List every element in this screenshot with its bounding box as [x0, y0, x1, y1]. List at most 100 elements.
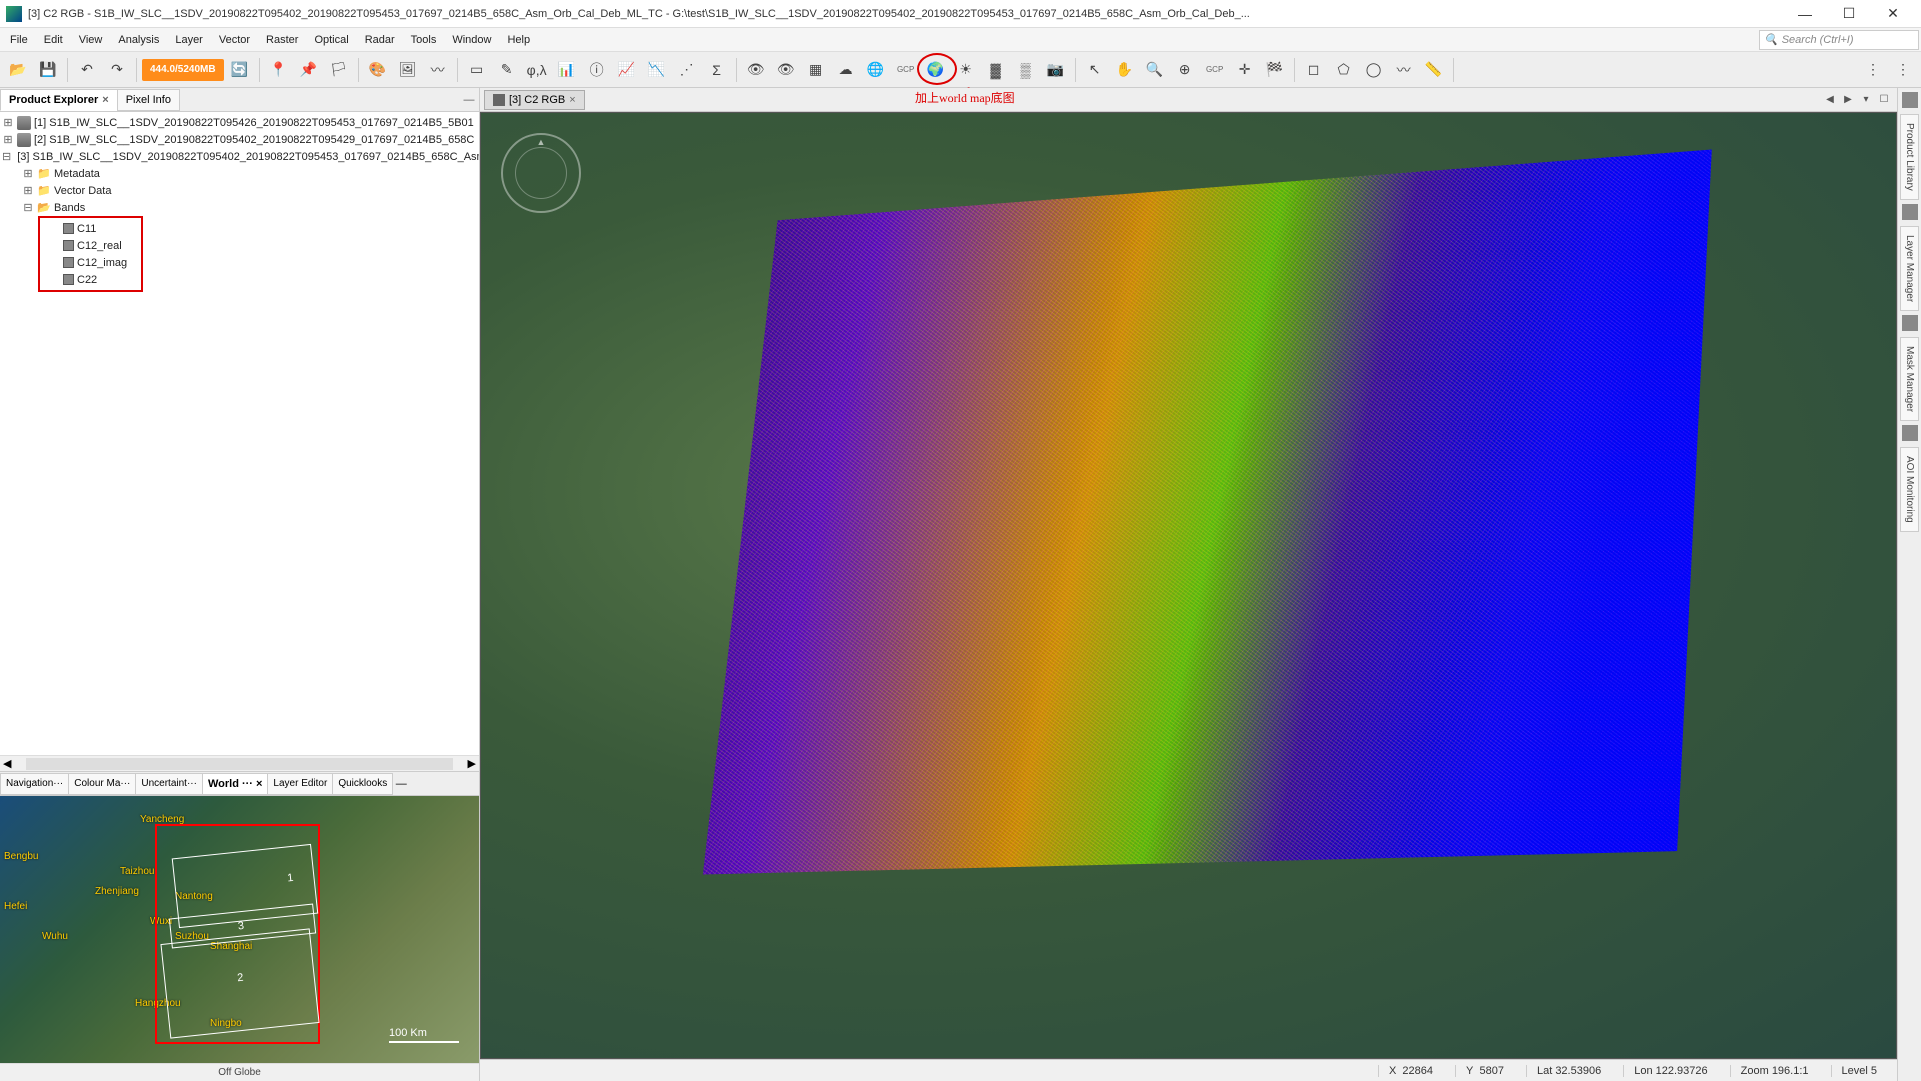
layer-manager-icon[interactable] [1902, 204, 1918, 220]
horizontal-scrollbar[interactable]: ◀▶ [0, 755, 479, 771]
brightness-icon[interactable]: ☀ [952, 56, 980, 84]
palette-icon[interactable]: 🎨 [364, 56, 392, 84]
close-icon[interactable]: × [256, 778, 262, 790]
tab-quicklooks[interactable]: Quicklooks [332, 773, 393, 795]
flag2-icon[interactable]: 🏁 [1261, 56, 1289, 84]
maximize-view-icon[interactable]: ☐ [1875, 94, 1893, 105]
mask-manager-icon[interactable] [1902, 315, 1918, 331]
globe1-icon[interactable]: 🌐 [862, 56, 890, 84]
menu-window[interactable]: Window [444, 31, 499, 49]
phi-icon[interactable]: φ,λ [523, 56, 551, 84]
expand-icon[interactable]: ⊞ [22, 167, 34, 180]
crosshair-icon[interactable]: ✛ [1231, 56, 1259, 84]
tree-bands[interactable]: ⊟ 📂 Bands [0, 199, 479, 216]
pointer-icon[interactable]: ↖ [1081, 56, 1109, 84]
tree-band-c12-imag[interactable]: C12_imag [40, 254, 141, 271]
collapse-icon[interactable]: ⊟ [2, 150, 11, 163]
maximize-button[interactable]: ☐ [1827, 0, 1871, 28]
panel-minimize-icon[interactable]: — [392, 778, 410, 790]
chart2-icon[interactable]: 📉 [643, 56, 671, 84]
close-icon[interactable]: × [569, 94, 575, 106]
menu-chevron-icon[interactable]: ⋮ [1859, 56, 1887, 84]
tree-product-3[interactable]: ⊟ [3] S1B_IW_SLC__1SDV_20190822T095402_2… [0, 148, 479, 165]
doc-tab-c2-rgb[interactable]: [3] C2 RGB × [484, 90, 585, 110]
refresh-icon[interactable]: 🔄 [226, 56, 254, 84]
menu-more-icon[interactable]: ⋮ [1889, 56, 1917, 84]
grid-icon[interactable]: ▦ [802, 56, 830, 84]
menu-vector[interactable]: Vector [211, 31, 258, 49]
pattern2-icon[interactable]: ▒ [1012, 56, 1040, 84]
eye1-icon[interactable]: 👁 [742, 56, 770, 84]
open-icon[interactable]: 📂 [4, 56, 32, 84]
redo-icon[interactable]: ↷ [103, 56, 131, 84]
histogram-icon[interactable]: 📊 [553, 56, 581, 84]
product-tree[interactable]: ⊞ [1] S1B_IW_SLC__1SDV_20190822T095426_2… [0, 112, 479, 755]
gcp-label[interactable]: GCP [892, 56, 920, 84]
pattern1-icon[interactable]: ▓ [982, 56, 1010, 84]
menu-view[interactable]: View [71, 31, 111, 49]
flag-icon[interactable]: 🏳 [325, 56, 353, 84]
pin2-icon[interactable]: 📌 [295, 56, 323, 84]
worldmap-overlay-button[interactable]: 🌍 [922, 56, 950, 84]
expand-icon[interactable]: ⊞ [22, 184, 34, 197]
cloud-icon[interactable]: ☁ [832, 56, 860, 84]
gcp2-label[interactable]: GCP [1201, 56, 1229, 84]
rect-icon[interactable]: ▭ [463, 56, 491, 84]
select-poly-icon[interactable]: ⬠ [1330, 56, 1358, 84]
menu-raster[interactable]: Raster [258, 31, 306, 49]
panel-minimize-icon[interactable]: — [459, 94, 479, 106]
expand-icon[interactable]: ⊞ [2, 116, 14, 129]
tab-world-view[interactable]: World ··· × [202, 773, 268, 795]
tree-band-c11[interactable]: C11 [40, 220, 141, 237]
tree-product-2[interactable]: ⊞ [2] S1B_IW_SLC__1SDV_20190822T095402_2… [0, 131, 479, 148]
tab-navigation[interactable]: Navigation··· [0, 773, 69, 795]
tree-product-1[interactable]: ⊞ [1] S1B_IW_SLC__1SDV_20190822T095426_2… [0, 114, 479, 131]
menu-optical[interactable]: Optical [306, 31, 356, 49]
ruler-icon[interactable]: 📏 [1420, 56, 1448, 84]
close-button[interactable]: ✕ [1871, 0, 1915, 28]
select-free-icon[interactable]: 〰 [1390, 56, 1418, 84]
sigma-icon[interactable]: Σ [703, 56, 731, 84]
aoi-monitoring-icon[interactable] [1902, 425, 1918, 441]
save-icon[interactable]: 💾 [34, 56, 62, 84]
select-circle-icon[interactable]: ◯ [1360, 56, 1388, 84]
tab-product-explorer[interactable]: Product Explorer × [0, 89, 118, 111]
tab-product-library[interactable]: Product Library [1900, 114, 1919, 200]
wave-icon[interactable]: 〰 [424, 56, 452, 84]
info-icon[interactable]: ⓘ [583, 56, 611, 84]
world-map-view[interactable]: Yancheng Bengbu Taizhou Zhenjiang Nanton… [0, 796, 479, 1063]
close-icon[interactable]: × [102, 94, 108, 106]
tab-aoi-monitoring[interactable]: AOI Monitoring [1900, 447, 1919, 532]
image-icon[interactable]: 🖼 [394, 56, 422, 84]
zoom-icon[interactable]: 🔍 [1141, 56, 1169, 84]
menu-radar[interactable]: Radar [357, 31, 403, 49]
menu-layer[interactable]: Layer [167, 31, 211, 49]
edit-icon[interactable]: ✎ [493, 56, 521, 84]
tab-pixel-info[interactable]: Pixel Info [117, 89, 180, 111]
tree-band-c12-real[interactable]: C12_real [40, 237, 141, 254]
pan-icon[interactable]: ✋ [1111, 56, 1139, 84]
menu-tools[interactable]: Tools [403, 31, 445, 49]
menu-file[interactable]: File [2, 31, 36, 49]
eye2-icon[interactable]: 👁 [772, 56, 800, 84]
menu-help[interactable]: Help [499, 31, 538, 49]
minimize-button[interactable]: — [1783, 0, 1827, 28]
product-library-icon[interactable] [1902, 92, 1918, 108]
tab-colour-manipulation[interactable]: Colour Ma··· [68, 773, 136, 795]
tree-vector-data[interactable]: ⊞ 📁 Vector Data [0, 182, 479, 199]
image-view[interactable]: ▲ [480, 112, 1897, 1059]
scatter-icon[interactable]: ⋰ [673, 56, 701, 84]
next-tab-icon[interactable]: ▶ [1839, 94, 1857, 105]
expand-icon[interactable]: ⊞ [2, 133, 14, 146]
tab-layer-editor[interactable]: Layer Editor [267, 773, 333, 795]
camera-icon[interactable]: 📷 [1042, 56, 1070, 84]
select-rect-icon[interactable]: ◻ [1300, 56, 1328, 84]
chart1-icon[interactable]: 📈 [613, 56, 641, 84]
tab-layer-manager[interactable]: Layer Manager [1900, 226, 1919, 311]
menu-analysis[interactable]: Analysis [110, 31, 167, 49]
tab-mask-manager[interactable]: Mask Manager [1900, 337, 1919, 421]
pin-icon[interactable]: 📍 [265, 56, 293, 84]
prev-tab-icon[interactable]: ◀ [1821, 94, 1839, 105]
tree-band-c22[interactable]: C22 [40, 271, 141, 288]
collapse-icon[interactable]: ⊟ [22, 201, 34, 214]
